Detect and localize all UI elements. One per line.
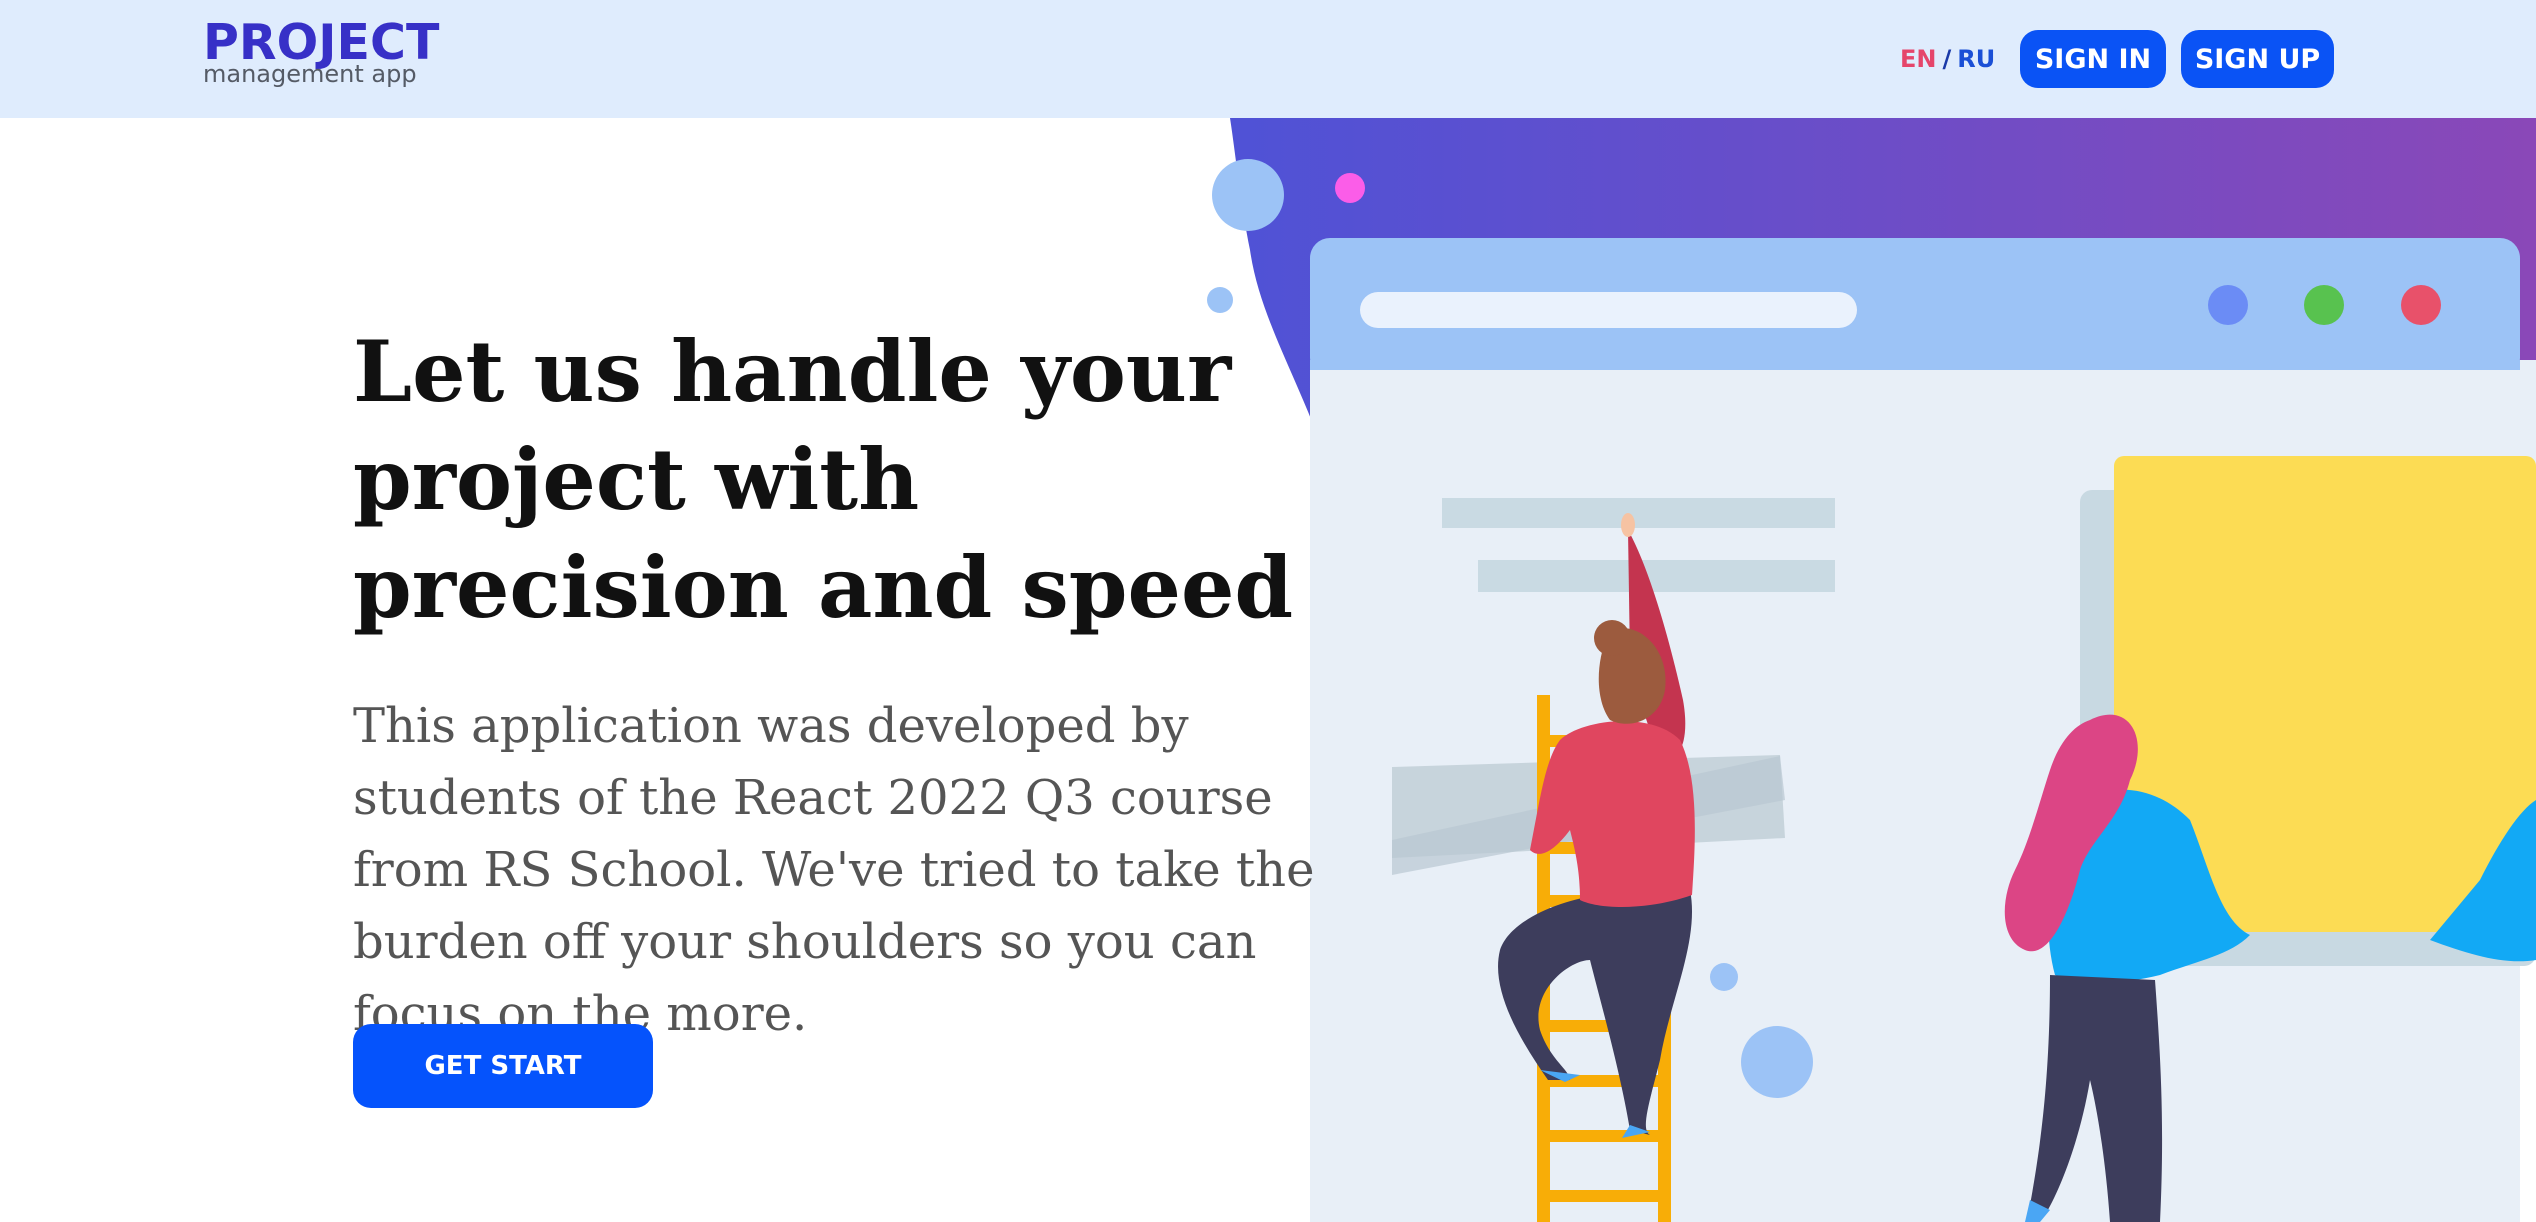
- lang-separator: /: [1942, 45, 1952, 73]
- site-header: PROJECT management app EN / RU SIGN IN SIG…: [0, 0, 2536, 118]
- hero-title: Let us handle your project with precisio…: [353, 322, 1294, 637]
- lang-en-link[interactable]: EN: [1900, 45, 1936, 73]
- lang-ru-link[interactable]: RU: [1957, 45, 1995, 73]
- hero-description: This application was developed by studen…: [353, 698, 1315, 1042]
- get-start-button[interactable]: GET START: [353, 1024, 653, 1108]
- sign-up-button[interactable]: SIGN UP: [2181, 30, 2334, 88]
- logo[interactable]: PROJECT management app: [203, 18, 439, 88]
- language-switcher: EN / RU: [1900, 44, 1995, 74]
- sign-in-button[interactable]: SIGN IN: [2020, 30, 2166, 88]
- logo-subtitle: management app: [203, 60, 417, 88]
